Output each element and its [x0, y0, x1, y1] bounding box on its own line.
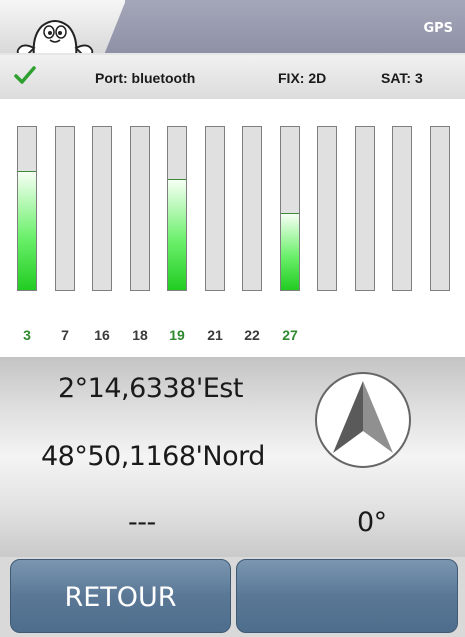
satellite-id-label: 22	[244, 327, 260, 343]
satellite-id-label: 19	[169, 327, 185, 343]
mascot-icon	[16, 20, 94, 55]
signal-bar	[167, 126, 187, 291]
signal-bar	[17, 126, 37, 291]
latitude-value: 48°50,1168'Nord	[41, 441, 265, 472]
signal-bar	[242, 126, 262, 291]
fix-status: FIX: 2D	[278, 70, 327, 86]
check-icon	[14, 66, 36, 84]
signal-bar	[205, 126, 225, 291]
signal-bar	[55, 126, 75, 291]
header-bar: GPS	[0, 0, 465, 55]
secondary-button[interactable]	[236, 559, 458, 633]
satellite-id-label: 3	[23, 327, 31, 343]
signal-bar-fill	[168, 179, 186, 290]
satellite-id-label: 18	[132, 327, 148, 343]
signal-bar-fill	[18, 171, 36, 290]
button-bar: RETOUR	[0, 557, 465, 637]
satellite-id-label: 7	[61, 327, 69, 343]
compass-icon	[315, 372, 411, 468]
signal-bar	[392, 126, 412, 291]
signal-bar	[430, 126, 450, 291]
status-bar: Port: bluetooth FIX: 2D SAT: 3	[0, 55, 465, 99]
satellite-id-label: 21	[207, 327, 223, 343]
position-panel: 2°14,6338'Est 48°50,1168'Nord --- 0°	[0, 357, 465, 557]
port-status: Port: bluetooth	[95, 70, 196, 86]
signal-bar-fill	[281, 213, 299, 290]
satellite-signal-panel: 3 7 16 18 19 21 22 27	[0, 99, 465, 357]
satellite-id-label: 16	[94, 327, 110, 343]
header-title: GPS	[423, 21, 453, 36]
signal-bar	[317, 126, 337, 291]
satellite-id-label: 27	[282, 327, 298, 343]
signal-bar	[130, 126, 150, 291]
altitude-value: ---	[128, 507, 156, 538]
signal-bar	[280, 126, 300, 291]
signal-bar	[92, 126, 112, 291]
heading-value: 0°	[357, 507, 387, 538]
back-button[interactable]: RETOUR	[10, 559, 231, 633]
sat-count: SAT: 3	[381, 70, 423, 86]
back-button-label: RETOUR	[64, 582, 177, 613]
longitude-value: 2°14,6338'Est	[58, 373, 243, 404]
signal-bar	[355, 126, 375, 291]
